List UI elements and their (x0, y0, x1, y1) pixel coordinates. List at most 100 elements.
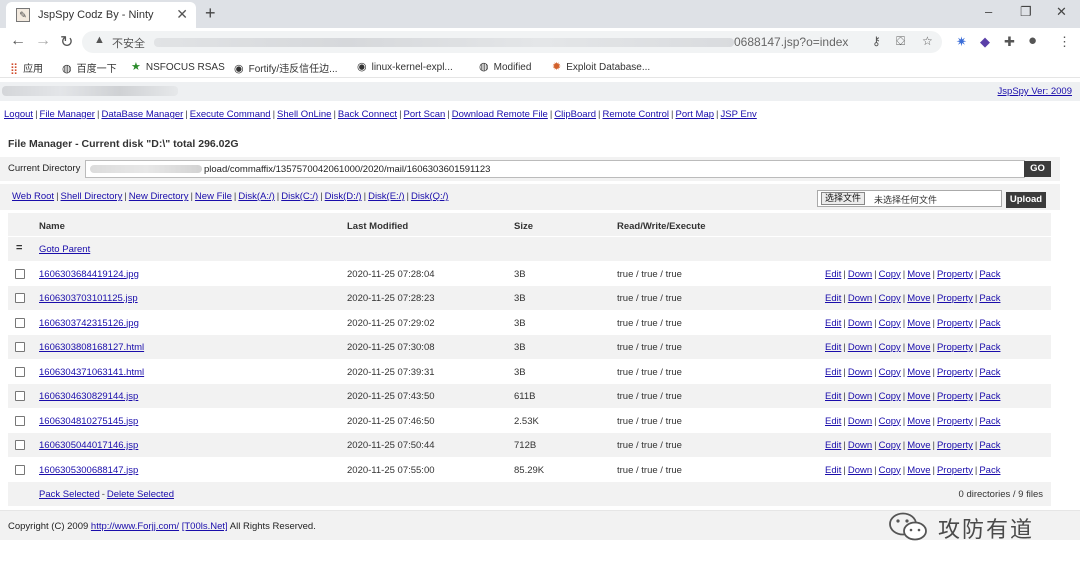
row-checkbox[interactable] (15, 342, 25, 352)
bookmark-exploit-db[interactable]: ✹ Exploit Database... (552, 60, 650, 73)
action-copy-link[interactable]: Copy (879, 318, 901, 329)
action-copy-link[interactable]: Copy (879, 440, 901, 451)
action-edit-link[interactable]: Edit (825, 465, 841, 476)
action-pack-link[interactable]: Pack (979, 391, 1000, 402)
profile-avatar-icon[interactable]: ● (1028, 32, 1037, 49)
action-move-link[interactable]: Move (907, 440, 930, 451)
link-disk-e[interactable]: Disk(E:/) (368, 191, 404, 202)
action-property-link[interactable]: Property (937, 367, 973, 378)
bookmark-linux-kernel[interactable]: ◉ linux-kernel-expl... (357, 60, 453, 73)
action-edit-link[interactable]: Edit (825, 342, 841, 353)
row-checkbox[interactable] (15, 366, 25, 377)
action-move-link[interactable]: Move (907, 391, 930, 402)
back-arrow-icon[interactable]: ← (10, 32, 26, 50)
menu-jsp-env[interactable]: JSP Env (721, 109, 757, 120)
maximize-button[interactable]: ❐ (1020, 4, 1032, 20)
action-property-link[interactable]: Property (937, 269, 973, 280)
row-checkbox[interactable] (15, 464, 25, 475)
new-tab-button[interactable]: + (205, 3, 216, 24)
action-move-link[interactable]: Move (907, 318, 930, 329)
bookmark-baidu[interactable]: ◍ 百度一下 (62, 60, 117, 75)
action-copy-link[interactable]: Copy (879, 293, 901, 304)
action-copy-link[interactable]: Copy (879, 465, 901, 476)
go-button[interactable]: GO (1024, 161, 1051, 177)
delete-selected-link[interactable]: Delete Selected (107, 489, 174, 500)
row-checkbox[interactable] (15, 391, 25, 401)
action-move-link[interactable]: Move (907, 416, 930, 427)
version-link[interactable]: JspSpy Ver: 2009 (998, 86, 1072, 97)
action-copy-link[interactable]: Copy (879, 269, 901, 280)
action-edit-link[interactable]: Edit (825, 293, 841, 304)
menu-back-connect[interactable]: Back Connect (338, 109, 397, 120)
bookmark-nsfocus[interactable]: ★ NSFOCUS RSAS (131, 60, 225, 73)
action-pack-link[interactable]: Pack (979, 465, 1000, 476)
file-name-link[interactable]: 1606303742315126.jpg (39, 318, 139, 329)
link-disk-c[interactable]: Disk(C:/) (281, 191, 318, 202)
file-name-link[interactable]: 1606303684419124.jpg (39, 269, 139, 280)
puzzle-icon[interactable]: ✚ (1004, 34, 1015, 50)
browser-tab[interactable]: ✎ JspSpy Codz By - Ninty ✕ (6, 2, 196, 28)
menu-execute-command[interactable]: Execute Command (190, 109, 271, 120)
link-disk-a[interactable]: Disk(A:/) (238, 191, 274, 202)
row-checkbox[interactable] (15, 268, 25, 279)
action-pack-link[interactable]: Pack (979, 440, 1000, 451)
file-name-link[interactable]: 1606305044017146.jsp (39, 440, 138, 451)
file-name-link[interactable]: 1606304810275145.jsp (39, 416, 138, 427)
action-down-link[interactable]: Down (848, 342, 872, 353)
row-checkbox[interactable] (15, 317, 25, 328)
file-name-link[interactable]: 1606305300688147.jsp (39, 465, 138, 476)
extension-badge-icon[interactable]: ◆ (980, 34, 990, 50)
current-directory-input[interactable]: pload/commaffix/1357570042061000/2020/ma… (85, 160, 1025, 178)
action-down-link[interactable]: Down (848, 465, 872, 476)
goto-parent-link[interactable]: Goto Parent (39, 244, 90, 255)
action-edit-link[interactable]: Edit (825, 416, 841, 427)
action-edit-link[interactable]: Edit (825, 367, 841, 378)
action-move-link[interactable]: Move (907, 465, 930, 476)
action-edit-link[interactable]: Edit (825, 318, 841, 329)
menu-remote-control[interactable]: Remote Control (603, 109, 670, 120)
forjj-link[interactable]: http://www.Forjj.com/ (91, 521, 179, 532)
action-pack-link[interactable]: Pack (979, 293, 1000, 304)
action-property-link[interactable]: Property (937, 318, 973, 329)
action-copy-link[interactable]: Copy (879, 367, 901, 378)
translate-icon[interactable]: ⛋ (896, 34, 905, 49)
row-checkbox[interactable] (15, 415, 25, 426)
action-property-link[interactable]: Property (937, 416, 973, 427)
file-name-link[interactable]: 1606303808168127.html (39, 342, 144, 353)
action-pack-link[interactable]: Pack (979, 318, 1000, 329)
file-name-link[interactable]: 1606304630829144.jsp (39, 391, 138, 402)
tab-close-icon[interactable]: ✕ (176, 6, 188, 23)
action-move-link[interactable]: Move (907, 367, 930, 378)
link-disk-d[interactable]: Disk(D:/) (325, 191, 362, 202)
menu-kebab-icon[interactable]: ⋮ (1058, 34, 1071, 50)
link-new-file[interactable]: New File (195, 191, 232, 202)
address-bar[interactable]: ▲ 不安全 0688147.jsp?o=index ⚷ ⛋ ☆ (82, 31, 942, 53)
action-copy-link[interactable]: Copy (879, 391, 901, 402)
link-disk-q[interactable]: Disk(Q:/) (411, 191, 448, 202)
file-upload-input[interactable]: 选择文件 未选择任何文件 (817, 190, 1002, 207)
close-window-button[interactable]: ✕ (1056, 4, 1067, 20)
link-web-root[interactable]: Web Root (12, 191, 54, 202)
menu-download-remote-file[interactable]: Download Remote File (452, 109, 548, 120)
file-name-link[interactable]: 1606304371063141.html (39, 367, 144, 378)
menu-database-manager[interactable]: DataBase Manager (101, 109, 183, 120)
pack-selected-link[interactable]: Pack Selected (39, 489, 100, 500)
link-shell-directory[interactable]: Shell Directory (61, 191, 123, 202)
action-down-link[interactable]: Down (848, 269, 872, 280)
action-copy-link[interactable]: Copy (879, 416, 901, 427)
action-pack-link[interactable]: Pack (979, 367, 1000, 378)
action-property-link[interactable]: Property (937, 342, 973, 353)
row-checkbox[interactable] (15, 293, 25, 303)
action-down-link[interactable]: Down (848, 293, 872, 304)
action-pack-link[interactable]: Pack (979, 342, 1000, 353)
action-pack-link[interactable]: Pack (979, 269, 1000, 280)
menu-port-scan[interactable]: Port Scan (404, 109, 446, 120)
menu-logout[interactable]: Logout (4, 109, 33, 120)
link-new-directory[interactable]: New Directory (129, 191, 189, 202)
action-edit-link[interactable]: Edit (825, 391, 841, 402)
forward-arrow-icon[interactable]: → (35, 32, 51, 50)
menu-shell-online[interactable]: Shell OnLine (277, 109, 331, 120)
file-name-link[interactable]: 1606303703101125.jsp (39, 293, 138, 304)
action-pack-link[interactable]: Pack (979, 416, 1000, 427)
bookmark-fortify[interactable]: ◉ Fortify/违反信任边... (234, 60, 338, 75)
